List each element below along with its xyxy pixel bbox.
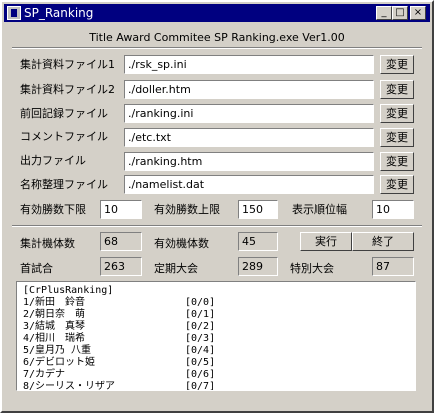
file1-label: 集計資料ファイル1 (20, 58, 115, 71)
min-wins-field[interactable]: 10 (100, 200, 142, 219)
comment-file-change-button[interactable]: 変更 (380, 128, 414, 147)
file1-change-button[interactable]: 変更 (380, 55, 414, 74)
file2-field[interactable]: ./doller.htm (124, 80, 374, 99)
output-file-label: 出力ファイル (20, 154, 86, 167)
comment-file-label: コメントファイル (20, 130, 108, 143)
title-bar[interactable]: SP_Ranking _ □ × (4, 4, 430, 22)
app-icon[interactable] (7, 6, 21, 20)
special-tournament-label: 特別大会 (290, 262, 334, 275)
regular-tournament-value: 289 (238, 257, 278, 276)
file1-field[interactable]: ./rsk_sp.ini (124, 55, 374, 74)
first-match-value: 263 (100, 257, 142, 276)
total-units-value: 68 (100, 232, 142, 251)
rank-width-label: 表示順位幅 (292, 203, 347, 216)
file2-label: 集計資料ファイル2 (20, 83, 115, 96)
maximize-button[interactable]: □ (392, 6, 408, 20)
main-window: SP_Ranking _ □ × Title Award Commitee SP… (0, 0, 434, 413)
minimize-button[interactable]: _ (376, 6, 392, 20)
close-button[interactable]: × (410, 6, 426, 20)
total-units-label: 集計機体数 (20, 237, 75, 250)
max-wins-label: 有効勝数上限 (154, 203, 220, 216)
ranking-header: [CrPlusRanking] (23, 285, 114, 296)
output-file-change-button[interactable]: 変更 (380, 152, 414, 171)
namelist-file-change-button[interactable]: 変更 (380, 175, 414, 194)
exit-button[interactable]: 終了 (352, 232, 414, 251)
run-button[interactable]: 実行 (300, 232, 352, 251)
valid-units-label: 有効機体数 (154, 237, 209, 250)
previous-record-field[interactable]: ./ranking.ini (124, 104, 374, 123)
app-heading: Title Award Commitee SP Ranking.exe Ver1… (89, 31, 345, 44)
divider-top (12, 47, 422, 49)
divider-middle (12, 225, 422, 227)
previous-record-change-button[interactable]: 変更 (380, 104, 414, 123)
comment-file-field[interactable]: ./etc.txt (124, 128, 374, 147)
min-wins-label: 有効勝数下限 (20, 203, 86, 216)
first-match-label: 首試合 (20, 262, 53, 275)
special-tournament-value: 87 (372, 257, 414, 276)
ranking-list[interactable]: [CrPlusRanking] 1/新田 鈴音 [0/0] 2/朝日奈 萌 [0/1… (16, 281, 416, 391)
regular-tournament-label: 定期大会 (154, 262, 198, 275)
namelist-file-label: 名称整理ファイル (20, 178, 108, 191)
rank-width-field[interactable]: 10 (372, 200, 414, 219)
previous-record-label: 前回記録ファイル (20, 107, 108, 120)
output-file-field[interactable]: ./ranking.htm (124, 152, 374, 171)
file2-change-button[interactable]: 変更 (380, 80, 414, 99)
window-title: SP_Ranking (24, 6, 94, 20)
max-wins-field[interactable]: 150 (238, 200, 278, 219)
namelist-file-field[interactable]: ./namelist.dat (124, 175, 374, 194)
valid-units-value: 45 (238, 232, 278, 251)
